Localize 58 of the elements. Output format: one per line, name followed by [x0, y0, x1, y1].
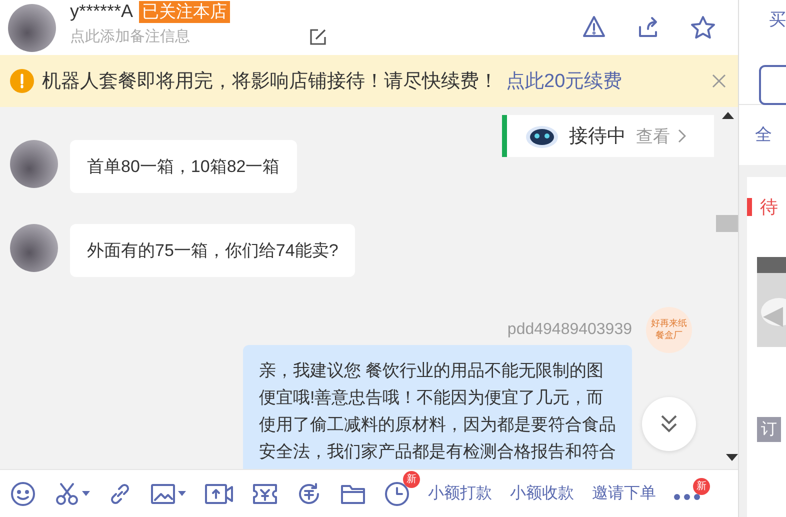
robot-icon: [525, 123, 559, 149]
shop-avatar: 好再来纸餐盒厂: [646, 307, 692, 353]
follow-tag: 已关注本店: [139, 0, 230, 22]
more-button[interactable]: 新: [674, 478, 710, 500]
message-bubble: 首单80一箱，10箱82一箱: [70, 140, 297, 193]
toolbar-button[interactable]: [252, 482, 278, 504]
toolbar-button[interactable]: [340, 482, 366, 504]
scroll-down-button[interactable]: [642, 397, 696, 451]
side-tab[interactable]: 买: [739, 0, 786, 55]
warning-icon[interactable]: [582, 14, 606, 38]
scrollbar-thumb[interactable]: [716, 215, 738, 232]
toolbar-link[interactable]: 小额打款: [428, 483, 492, 504]
refund-icon: [296, 480, 322, 506]
link-icon: [108, 482, 132, 506]
new-badge: 新: [403, 470, 420, 488]
chevron-icon: [678, 129, 686, 143]
toolbar-button[interactable]: [10, 480, 36, 506]
ticket-icon: [252, 482, 278, 504]
scroll-down-icon[interactable]: [726, 454, 738, 461]
new-badge: 新: [693, 478, 710, 494]
toolbar-button[interactable]: [54, 480, 90, 506]
toolbar-link[interactable]: 邀请下单: [592, 483, 656, 504]
caret-icon: [178, 490, 186, 496]
toolbar-link[interactable]: 小额收款: [510, 483, 574, 504]
avatar: [10, 224, 58, 272]
warning-icon: [10, 69, 34, 93]
toolbar-button[interactable]: [204, 482, 234, 504]
avatar: [8, 4, 56, 52]
scissors-icon: [54, 480, 80, 506]
edit-icon[interactable]: [308, 26, 328, 46]
customer-name: y******A: [70, 1, 134, 22]
avatar: [10, 140, 58, 188]
banner-message: 机器人套餐即将用完，将影响店铺接待！请尽快续费！: [42, 70, 498, 94]
toolbar-button[interactable]: [150, 482, 186, 504]
folder-icon: [340, 482, 366, 504]
renew-link[interactable]: 点此20元续费: [506, 68, 622, 94]
video-upload-icon: [204, 482, 234, 504]
filter-tab[interactable]: 全: [739, 105, 786, 165]
sender-name: pdd49489403939: [507, 321, 632, 339]
message-bubble: 外面有的75一箱，你们给74能卖?: [70, 224, 356, 277]
image-icon: [150, 482, 176, 504]
close-icon[interactable]: [712, 74, 726, 88]
toolbar-button[interactable]: [296, 480, 322, 506]
double-chevron-icon: [660, 414, 678, 434]
star-icon[interactable]: [690, 14, 716, 40]
view-link[interactable]: 查看: [636, 124, 686, 148]
caret-icon: [82, 490, 90, 496]
status-label: 接待中: [569, 125, 626, 149]
section-title: 待: [760, 196, 778, 219]
order-tag: 订: [757, 417, 781, 442]
share-icon[interactable]: [636, 14, 660, 38]
marker-bar: [747, 198, 752, 216]
toolbar-button[interactable]: [108, 482, 132, 506]
toolbar-button[interactable]: 新: [384, 470, 420, 506]
scroll-up-icon[interactable]: [722, 112, 734, 119]
more-icon: [674, 494, 700, 500]
emoji-icon: [10, 480, 36, 506]
message-bubble: 亲，我建议您 餐饮行业的用品不能无限制的图 便宜哦!善意忠告哦！不能因为便宜了几元，而 使用了偷工减料的原材料，因为都是要符合食品 安全法，我们家产品都是有检测合格报告和符合: [243, 345, 632, 469]
